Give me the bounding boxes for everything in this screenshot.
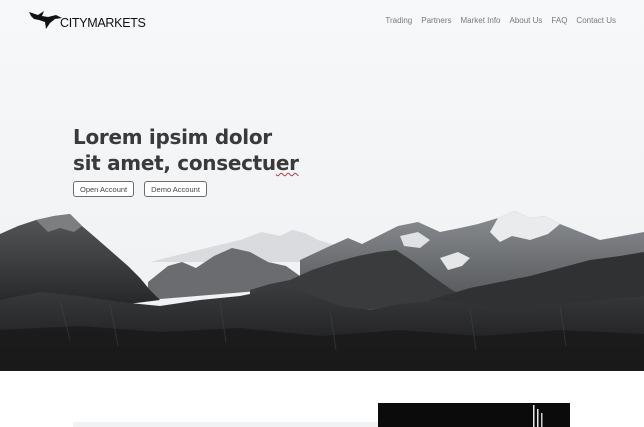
nav-item-contact-us[interactable]: Contact Us	[576, 16, 616, 25]
hero-section: CITYMARKETS Trading Partners Market Info…	[0, 0, 644, 371]
hero-headline-line1: Lorem ipsim dolor	[73, 125, 272, 149]
top-navigation: CITYMARKETS Trading Partners Market Info…	[0, 0, 644, 42]
hero-buttons: Open Account Demo Account	[73, 181, 207, 197]
nav-menu: Trading Partners Market Info About Us FA…	[376, 16, 616, 25]
content-section	[0, 371, 644, 427]
demo-account-button[interactable]: Demo Account	[144, 181, 207, 197]
nav-item-faq[interactable]: FAQ	[551, 16, 567, 25]
brand-logo[interactable]: CITYMARKETS	[28, 8, 146, 32]
hero-headline-line2-spellcheck: er	[275, 151, 299, 175]
nav-item-about-us[interactable]: About Us	[510, 16, 543, 25]
hero-headline-line2: sit amet, consectuer	[73, 150, 299, 176]
open-account-button[interactable]: Open Account	[73, 181, 135, 197]
hero-headline: Lorem ipsim dolor sit amet, consectuer	[73, 124, 299, 176]
eagle-icon	[29, 11, 62, 29]
content-card-top	[73, 422, 378, 427]
chart-preview-panel	[378, 403, 570, 427]
nav-item-trading[interactable]: Trading	[385, 16, 412, 25]
nav-item-partners[interactable]: Partners	[421, 16, 451, 25]
brand-name: CITYMARKETS	[60, 16, 146, 30]
nav-item-market-info[interactable]: Market Info	[460, 16, 500, 25]
chart-preview-graphic	[533, 405, 543, 427]
hero-headline-line2-main: sit amet, consectu	[73, 151, 276, 175]
